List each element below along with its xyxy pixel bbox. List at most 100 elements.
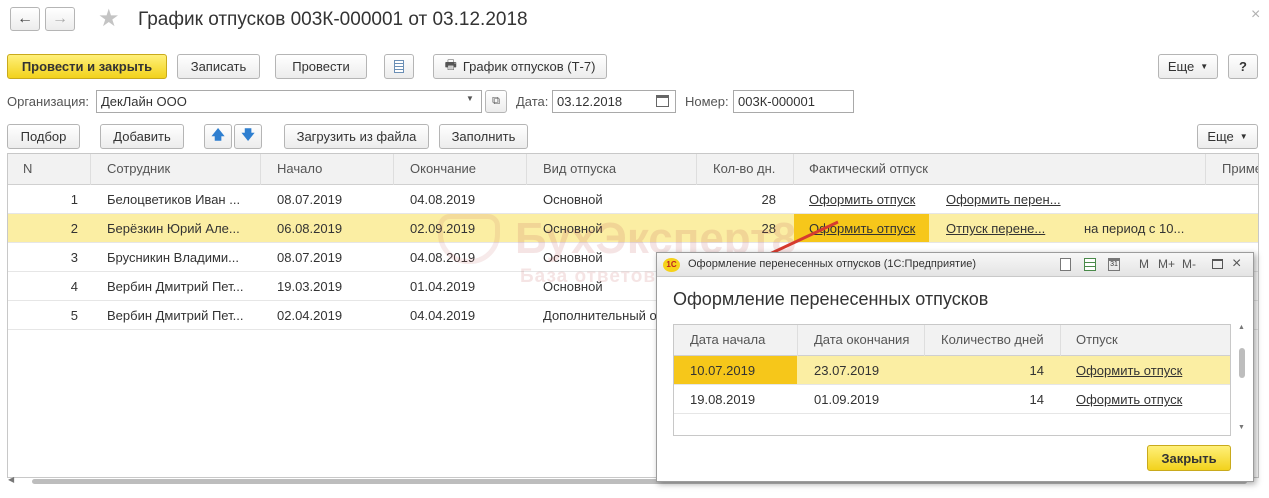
table-row[interactable]: 1 Белоцветиков Иван ... 08.07.2019 04.08… (8, 185, 1258, 214)
print-t7-button[interactable]: 🖶 График отпусков (Т-7) (433, 54, 607, 79)
post-and-close-button[interactable]: Провести и закрыть (7, 54, 167, 79)
table-more-label: Еще (1207, 129, 1234, 144)
column-header-vacation[interactable]: Отпуск (1076, 325, 1176, 354)
vacation-transferred-link[interactable]: Отпуск перене... (946, 214, 1066, 243)
arrow-up-icon: 🡅 (211, 126, 225, 142)
start-cell: 06.08.2019 (277, 221, 343, 236)
journal-button[interactable] (384, 54, 414, 79)
organization-dropdown-icon[interactable]: ▼ (466, 94, 474, 103)
column-header-days[interactable]: Кол-во дн. (713, 154, 803, 183)
number-field[interactable]: 003К-000001 (733, 90, 854, 113)
column-header-kind[interactable]: Вид отпуска (543, 154, 683, 183)
post-button[interactable]: Провести (275, 54, 367, 79)
arrow-left-icon: ← (17, 10, 33, 27)
start-date-cell: 19.08.2019 (690, 392, 756, 407)
scroll-left-icon[interactable]: ◀ (8, 475, 14, 484)
column-header-days[interactable]: Количество дней (941, 325, 1061, 354)
days-cell: 14 (1029, 363, 1044, 378)
dialog-table: Дата начала Дата окончания Количество дн… (673, 324, 1231, 436)
end-date-cell: 23.07.2019 (814, 363, 880, 378)
start-cell: 19.03.2019 (277, 279, 343, 294)
spreadsheet-icon[interactable] (1084, 258, 1096, 271)
dropdown-arrow-icon: ▼ (1239, 132, 1248, 141)
column-header-note[interactable]: Приме (1222, 154, 1258, 183)
column-header-start-date[interactable]: Дата начала (690, 325, 790, 354)
dialog-row[interactable]: 19.08.2019 01.09.2019 14 Оформить отпуск (674, 385, 1230, 414)
printer-icon: 🖶 (444, 56, 457, 72)
add-button[interactable]: Добавить (100, 124, 184, 149)
start-cell: 08.07.2019 (277, 250, 343, 265)
row-number: 3 (70, 250, 78, 265)
organization-field[interactable]: ДекЛайн ООО (96, 90, 482, 113)
note-cell: на период с 10... (1084, 221, 1185, 236)
transferred-vacations-dialog: 1С Оформление перенесенных отпусков (1С:… (656, 252, 1254, 482)
load-from-file-button[interactable]: Загрузить из файла (284, 124, 429, 149)
employee-cell: Берёзкин Юрий Але... (107, 221, 240, 236)
arrow-right-icon: → (52, 10, 68, 27)
maximize-icon[interactable] (1212, 259, 1223, 269)
memory-minus-button[interactable]: M- (1182, 257, 1196, 271)
dialog-titlebar: 1С Оформление перенесенных отпусков (1С:… (657, 253, 1253, 277)
date-label: Дата: (516, 94, 549, 109)
column-header-n[interactable]: N (23, 154, 63, 183)
start-date-cell: 10.07.2019 (690, 363, 756, 378)
end-cell: 01.04.2019 (410, 279, 476, 294)
start-cell: 08.07.2019 (277, 192, 343, 207)
document-list-icon (394, 60, 404, 73)
dialog-window-title: Оформление перенесенных отпусков (1С:Пре… (688, 258, 977, 270)
end-cell: 04.04.2019 (410, 308, 476, 323)
move-down-button[interactable]: 🡇 (234, 124, 262, 149)
organization-value: ДекЛайн ООО (101, 94, 187, 109)
employee-cell: Вербин Дмитрий Пет... (107, 279, 244, 294)
move-up-button[interactable]: 🡅 (204, 124, 232, 149)
arrow-down-icon: 🡇 (241, 126, 255, 142)
memory-m-button[interactable]: M (1139, 257, 1149, 271)
column-header-end-date[interactable]: Дата окончания (814, 325, 934, 354)
organization-open-button[interactable]: ⧉ (485, 90, 507, 113)
memory-plus-button[interactable]: M+ (1158, 257, 1175, 271)
page-title: График отпусков 003К-000001 от 03.12.201… (138, 9, 528, 30)
row-number: 5 (70, 308, 78, 323)
column-header-employee[interactable]: Сотрудник (107, 154, 257, 183)
dialog-row-selected[interactable]: 10.07.2019 23.07.2019 14 Оформить отпуск (674, 356, 1230, 385)
column-header-end[interactable]: Окончание (410, 154, 520, 183)
scroll-down-icon[interactable]: ▼ (1238, 424, 1245, 431)
more-button[interactable]: Еще ▼ (1158, 54, 1218, 79)
date-value: 03.12.2018 (557, 94, 623, 109)
calendar-icon[interactable] (656, 95, 669, 107)
dialog-heading: Оформление перенесенных отпусков (673, 289, 989, 309)
organization-label: Организация: (7, 94, 90, 109)
close-window-icon[interactable]: × (1251, 6, 1260, 24)
document-icon[interactable] (1060, 258, 1071, 271)
kind-cell: Дополнительный о (543, 308, 657, 323)
register-vacation-link[interactable]: Оформить отпуск (1076, 356, 1206, 385)
fill-button[interactable]: Заполнить (439, 124, 528, 149)
table-more-button[interactable]: Еще ▼ (1197, 124, 1258, 149)
dialog-vertical-scrollbar[interactable]: ▲ ▼ (1237, 324, 1247, 436)
number-value: 003К-000001 (738, 94, 815, 109)
table-header: N Сотрудник Начало Окончание Вид отпуска… (8, 154, 1258, 185)
star-icon[interactable]: ★ (98, 4, 120, 33)
register-vacation-link[interactable]: Оформить отпуск (1076, 385, 1206, 414)
help-button[interactable]: ? (1228, 54, 1258, 79)
register-vacation-link[interactable]: Оформить отпуск (809, 185, 929, 214)
row-number: 1 (70, 192, 78, 207)
dropdown-arrow-icon: ▼ (1200, 62, 1209, 71)
forward-button[interactable]: → (45, 7, 75, 31)
back-button[interactable]: ← (10, 7, 40, 31)
close-icon[interactable]: × (1232, 255, 1241, 273)
calendar-icon[interactable]: 31 (1108, 258, 1120, 271)
register-transfer-link[interactable]: Оформить перен... (946, 185, 1066, 214)
employee-cell: Брусникин Владими... (107, 250, 240, 265)
kind-cell: Основной (543, 192, 603, 207)
days-cell: 14 (1029, 392, 1044, 407)
save-button[interactable]: Записать (177, 54, 260, 79)
employee-cell: Белоцветиков Иван ... (107, 192, 241, 207)
column-header-start[interactable]: Начало (277, 154, 387, 183)
scrollbar-thumb[interactable] (1239, 348, 1245, 378)
table-row-selected[interactable]: 2 Берёзкин Юрий Але... 06.08.2019 02.09.… (8, 214, 1258, 243)
select-button[interactable]: Подбор (7, 124, 80, 149)
column-header-actual[interactable]: Фактический отпуск (809, 154, 1009, 183)
close-button[interactable]: Закрыть (1147, 445, 1231, 471)
scroll-up-icon[interactable]: ▲ (1238, 324, 1245, 331)
